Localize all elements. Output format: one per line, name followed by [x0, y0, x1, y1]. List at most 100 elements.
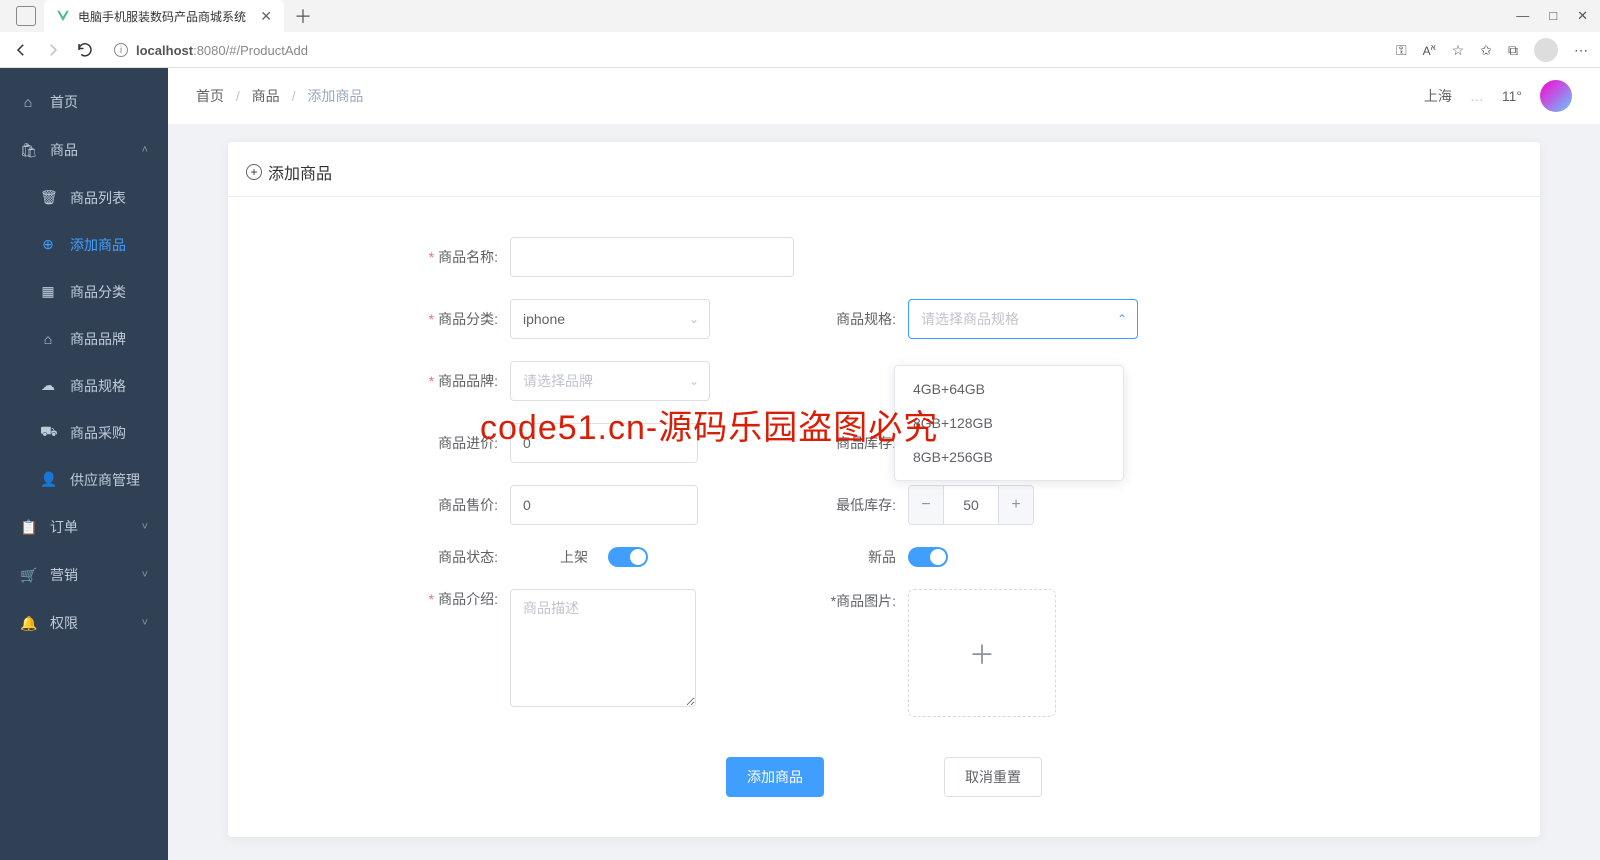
sidebar-item-supplier[interactable]: 👤 供应商管理	[0, 456, 168, 503]
label-brand: *商品品牌:	[268, 371, 510, 391]
browser-chrome: 电脑手机服装数码产品商城系统 ✕ ＋ — □ ✕ i localhost:808…	[0, 0, 1600, 68]
label-name: *商品名称:	[268, 247, 510, 267]
category-select[interactable]: iphone⌄	[510, 299, 710, 339]
sidebar-label: 商品	[50, 140, 78, 160]
sidebar-label: 商品分类	[70, 282, 126, 302]
key-icon[interactable]: ⚿	[1396, 42, 1407, 59]
avatar[interactable]	[1540, 80, 1572, 112]
price-input[interactable]	[510, 485, 698, 525]
vue-favicon-icon	[56, 9, 70, 23]
dropdown-option[interactable]: 4GB+64GB	[895, 372, 1123, 406]
home-icon: ⌂	[20, 94, 36, 110]
status-on-text: 上架	[560, 547, 588, 567]
chevron-down-icon: ˅	[142, 617, 148, 629]
plus-button[interactable]: +	[999, 486, 1033, 524]
label-intro: *商品介绍:	[268, 589, 510, 609]
reset-button[interactable]: 取消重置	[944, 757, 1042, 797]
sidebar-item-marketing[interactable]: 🛒营销˅	[0, 551, 168, 599]
close-tab-icon[interactable]: ✕	[260, 8, 272, 25]
tab-shell-icon[interactable]	[16, 6, 36, 26]
image-upload[interactable]: ＋	[908, 589, 1056, 717]
window-maximize-button[interactable]: □	[1549, 8, 1557, 24]
chevron-up-icon: ˄	[142, 144, 148, 156]
url-box[interactable]: i localhost:8080/#/ProductAdd	[114, 43, 308, 58]
weather-dots: …	[1470, 88, 1484, 104]
label-stock: 商品库存:	[808, 433, 908, 453]
footer-copyright: Copyright © 2020 - 2022 电脑手机服装数码产品商城系统公司	[168, 855, 1600, 860]
profile-icon[interactable]	[1534, 38, 1558, 62]
window-minimize-button[interactable]: —	[1516, 8, 1529, 24]
minstock-stepper[interactable]: −+	[908, 485, 1034, 525]
select-placeholder: 请选择商品规格	[921, 309, 1019, 329]
url-host: localhost	[136, 43, 193, 58]
label-spec: 商品规格:	[808, 309, 908, 329]
grid-icon: ▦	[40, 283, 56, 300]
label-minstock: 最低库存:	[808, 495, 908, 515]
spec-select[interactable]: 请选择商品规格⌃	[908, 299, 1138, 339]
plus-icon: ＋	[969, 635, 995, 672]
text-size-icon[interactable]: Aא	[1423, 43, 1436, 58]
sidebar-item-spec[interactable]: ☁商品规格	[0, 362, 168, 409]
spec-dropdown: 4GB+64GB 8GB+128GB 8GB+256GB	[894, 365, 1124, 481]
url-path: :8080/#/ProductAdd	[193, 43, 308, 58]
sidebar-item-product-list[interactable]: 🗑商品列表	[0, 174, 168, 221]
sidebar-label: 首页	[50, 92, 78, 112]
label-new: 新品	[808, 547, 908, 567]
browser-tab[interactable]: 电脑手机服装数码产品商城系统 ✕	[44, 0, 284, 32]
chevron-down-icon: ˅	[142, 521, 148, 533]
favorite-icon[interactable]: ☆	[1452, 42, 1465, 59]
crumb-current: 添加商品	[307, 88, 363, 104]
info-icon: i	[114, 43, 128, 57]
forward-icon[interactable]	[44, 41, 62, 59]
breadcrumb: 首页 / 商品 / 添加商品	[196, 86, 363, 106]
sidebar-item-add-product[interactable]: ⊕ 添加商品	[0, 221, 168, 268]
sidebar-label: 权限	[50, 613, 78, 633]
label-image: *商品图片:	[808, 589, 908, 611]
reload-icon[interactable]	[76, 41, 94, 59]
trash-icon: 🗑	[40, 189, 56, 206]
collections-icon[interactable]: ⧉	[1508, 42, 1518, 59]
minus-button[interactable]: −	[909, 486, 943, 524]
sidebar-label: 营销	[50, 565, 78, 585]
select-value: iphone	[523, 311, 565, 327]
sidebar-item-category[interactable]: ▦ 商品分类	[0, 268, 168, 315]
sidebar-label: 添加商品	[70, 235, 126, 255]
sidebar-label: 商品规格	[70, 376, 126, 396]
product-name-input[interactable]	[510, 237, 794, 277]
sidebar-label: 商品采购	[70, 423, 126, 443]
intro-textarea[interactable]	[510, 589, 696, 707]
dropdown-option[interactable]: 8GB+128GB	[895, 406, 1123, 440]
window-close-button[interactable]: ✕	[1577, 8, 1588, 24]
truck-icon: ⛟	[40, 423, 56, 442]
chevron-down-icon: ⌄	[689, 374, 699, 388]
cost-input[interactable]	[510, 423, 698, 463]
minstock-input[interactable]	[943, 486, 999, 524]
dropdown-option[interactable]: 8GB+256GB	[895, 440, 1123, 474]
crumb-home[interactable]: 首页	[196, 88, 224, 104]
weather-widget: 上海 … 11°	[1424, 80, 1572, 112]
sidebar-item-brand[interactable]: ⌂商品品牌	[0, 315, 168, 362]
topbar: 首页 / 商品 / 添加商品 上海 … 11°	[168, 68, 1600, 124]
favorites-bar-icon[interactable]: ✩	[1480, 42, 1492, 59]
sidebar-item-purchase[interactable]: ⛟ 商品采购	[0, 409, 168, 456]
bag-icon: 🛍	[20, 142, 36, 159]
crumb-category[interactable]: 商品	[252, 88, 280, 104]
cart-icon: 🛒	[20, 567, 36, 584]
submit-button[interactable]: 添加商品	[726, 757, 824, 797]
sidebar-item-home[interactable]: ⌂ 首页	[0, 78, 168, 126]
brand-select[interactable]: 请选择品牌⌄	[510, 361, 710, 401]
back-icon[interactable]	[12, 41, 30, 59]
new-switch[interactable]	[908, 547, 948, 567]
sidebar: ⌂ 首页 🛍 商品 ˄ 🗑商品列表 ⊕ 添加商品 ▦ 商品分类 ⌂商品品牌 ☁商品规格 ⛟…	[0, 68, 168, 860]
sidebar-label: 供应商管理	[70, 470, 140, 490]
new-tab-button[interactable]: ＋	[294, 3, 312, 29]
more-icon[interactable]: ⋯	[1574, 42, 1588, 59]
sidebar-item-permission[interactable]: 🔔权限˅	[0, 599, 168, 647]
plus-circle-icon: ⊕	[40, 236, 56, 253]
sidebar-label: 商品品牌	[70, 329, 126, 349]
sidebar-item-goods[interactable]: 🛍 商品 ˄	[0, 126, 168, 174]
user-icon: 👤	[40, 471, 56, 488]
sidebar-item-order[interactable]: 📋订单˅	[0, 503, 168, 551]
card-add-product: + 添加商品 *商品名称: *商品分类: iphone⌄ 商品规格: 请选择商品…	[228, 142, 1540, 837]
status-switch[interactable]	[608, 547, 648, 567]
